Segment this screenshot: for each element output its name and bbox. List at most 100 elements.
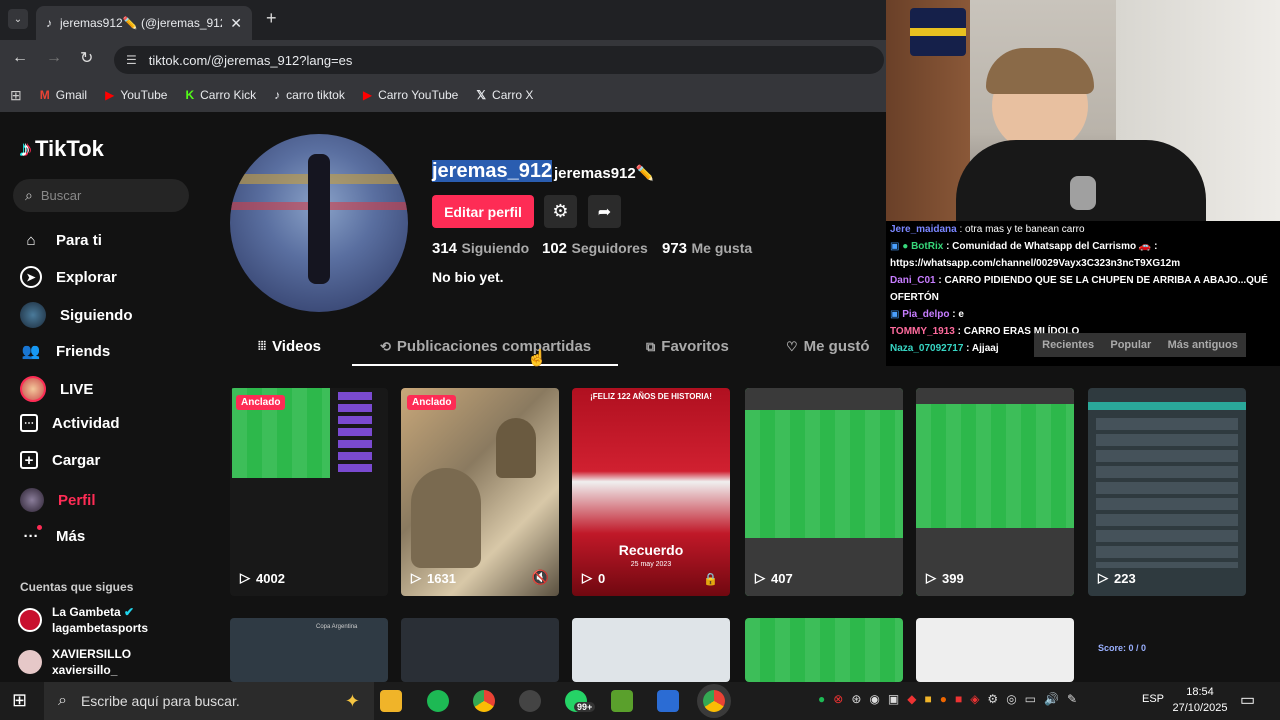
video-thumbnail[interactable]: ▷ 399 [916,388,1074,596]
discord-icon[interactable]: ◉ [869,692,879,706]
tray-icon[interactable]: ◆ [907,692,916,706]
video-thumbnail[interactable]: Anclado ▷ 4002 [230,388,388,596]
tab-liked[interactable]: ♡ Me gustó [786,338,870,355]
video-thumbnail[interactable] [401,618,559,682]
stat-followers[interactable]: 102 Seguidores [542,240,648,258]
video-thumbnail[interactable]: Copa Argentina [230,618,388,682]
taskbar-search-input[interactable]: ⌕ Escribe aquí para buscar. ✦ [44,682,374,720]
video-thumbnail[interactable]: ▷ 223 [1088,388,1246,596]
bookmark-carro-kick[interactable]: K Carro Kick [185,88,256,102]
kick-icon: K [185,88,195,102]
store-icon[interactable] [657,690,679,712]
bookmarks-bar: ⊞ M Gmail ▶ YouTube K Carro Kick ♪ carro tik… [0,78,886,112]
video-thumbnail[interactable] [916,618,1074,682]
tray-icon[interactable]: ◎ [1006,692,1016,706]
taskbar-clock[interactable]: 18:54 27/10/2025 [1168,684,1232,716]
view-count: ▷ 4002 [240,570,285,586]
forward-arrow-icon[interactable]: → [46,49,62,67]
tab-favorites[interactable]: ⧉ Favoritos [646,338,729,355]
sidebar-item-friends[interactable]: 👥 Friends [20,340,111,362]
filter-popular[interactable]: Popular [1110,339,1151,351]
video-thumbnail[interactable]: ¡FELIZ 122 AÑOS DE HISTORIA! Recuerdo 25… [572,388,730,596]
tray-icon[interactable]: ● [940,692,947,706]
chat-message-continued: OFERTÓN [890,292,939,303]
browser-tab[interactable]: ♪ jeremas912✏️ (@jeremas_912) ✕ [36,6,252,40]
video-thumbnail[interactable] [572,618,730,682]
file-explorer-icon[interactable] [380,690,402,712]
tab-search-button[interactable]: ⌄ [8,9,28,29]
sidebar-item-siguiendo[interactable]: Siguiendo [20,302,133,328]
tab-videos[interactable]: ⦙⦙⦙ Videos [258,338,321,355]
site-info-icon[interactable]: ☰ [126,53,137,67]
search-icon: ⌕ [25,187,33,203]
following-account-xaviersillo[interactable]: XAVIERSILLO xaviersillo_ [18,646,131,678]
language-indicator[interactable]: ESP [1142,693,1164,705]
tiktok-favicon-icon: ♪ [46,16,52,30]
sidebar-item-live[interactable]: LIVE [20,376,93,402]
heart-icon: ♡ [786,338,798,354]
share-arrow-icon[interactable]: ➦ [588,195,621,228]
tray-icon[interactable]: ⊗ [833,692,843,706]
video-thumbnail[interactable] [745,618,903,682]
tray-icon[interactable]: ◈ [970,692,979,706]
notifications-icon[interactable]: ▭ [1240,690,1255,710]
search-input[interactable]: ⌕ Buscar [13,179,189,212]
badge-icon: ▣ [890,309,900,320]
windows-start-icon[interactable]: ⊞ [12,690,27,711]
sidebar-item-explorar[interactable]: ➤ Explorar [20,266,117,288]
badge-icon: ● [902,241,909,252]
settings-gear-icon[interactable]: ⚙ [544,195,577,228]
url-bar[interactable]: ☰ tiktok.com/@jeremas_912?lang=es [114,46,884,74]
muted-speaker-icon: 🔇 [531,569,549,585]
reload-icon[interactable]: ↻ [80,48,93,68]
new-tab-button[interactable]: + [266,8,277,29]
tiktok-logo[interactable]: ♪ TikTok [20,136,104,162]
play-icon: ▷ [240,570,250,585]
video-thumbnail[interactable]: ▷ 407 [745,388,903,596]
chrome-icon[interactable] [473,690,495,712]
filter-mas-antiguos[interactable]: Más antiguos [1168,339,1238,351]
live-avatar-icon [20,376,46,402]
tray-icon[interactable]: ▣ [888,692,899,706]
video-thumbnail[interactable]: Anclado ▷ 1631 🔇 [401,388,559,596]
following-avatar-icon [20,302,46,328]
bookmark-carro-youtube[interactable]: ▶ Carro YouTube [363,88,459,102]
tray-icon[interactable]: ⊛ [851,692,861,706]
sidebar-item-perfil[interactable]: Perfil [20,488,96,512]
pen-icon[interactable]: ✎ [1067,692,1077,706]
sidebar-item-para-ti[interactable]: ⌂ Para ti [20,229,101,251]
bookmark-carro-tiktok[interactable]: ♪ carro tiktok [274,88,345,102]
sidebar-item-cargar[interactable]: + Cargar [20,451,100,469]
tray-icon[interactable]: ■ [924,692,931,706]
upload-icon: + [20,451,38,469]
profile-avatar[interactable] [230,134,408,312]
sidebar-item-actividad[interactable]: ⋯ Actividad [20,414,120,432]
spotify-tray-icon[interactable]: ● [818,692,825,706]
speaker-icon[interactable]: 🔊 [1044,692,1059,706]
bookmark-gmail[interactable]: M Gmail [40,88,87,102]
edit-profile-button[interactable]: Editar perfil [432,195,534,228]
tab-title: jeremas912✏️ (@jeremas_912) [60,16,223,30]
stat-following[interactable]: 314 Siguiendo [432,240,529,258]
lock-icon: 🔒 [703,572,718,586]
sidebar-item-mas[interactable]: ··· Más [20,525,85,547]
grid-icon: ⦙⦙⦙ [258,339,267,353]
system-tray: ● ⊗ ⊛ ◉ ▣ ◆ ■ ● ■ ◈ ⚙ ◎ ▭ 🔊 ✎ [818,692,1077,706]
minecraft-icon[interactable] [611,690,633,712]
tray-icon[interactable]: ■ [955,692,962,706]
apps-grid-icon[interactable]: ⊞ [10,87,22,104]
chrome-active-icon[interactable] [703,690,725,712]
back-arrow-icon[interactable]: ← [12,49,28,67]
filter-recientes[interactable]: Recientes [1042,339,1094,351]
tray-icon[interactable]: ⚙ [987,692,998,706]
bookmark-carro-x[interactable]: 𝕏 Carro X [476,88,533,102]
bookmark-youtube[interactable]: ▶ YouTube [105,88,167,102]
view-count: ▷ 407 [755,570,793,586]
network-icon[interactable]: ▭ [1025,692,1036,706]
activity-icon: ⋯ [20,414,38,432]
close-tab-icon[interactable]: ✕ [230,15,242,32]
tab-shared-posts[interactable]: ⟲ Publicaciones compartidas [380,338,591,355]
spotify-icon[interactable] [427,690,449,712]
following-account-la-gambeta[interactable]: La Gambeta ✔ lagambetasports [18,604,148,636]
obs-icon[interactable] [519,690,541,712]
